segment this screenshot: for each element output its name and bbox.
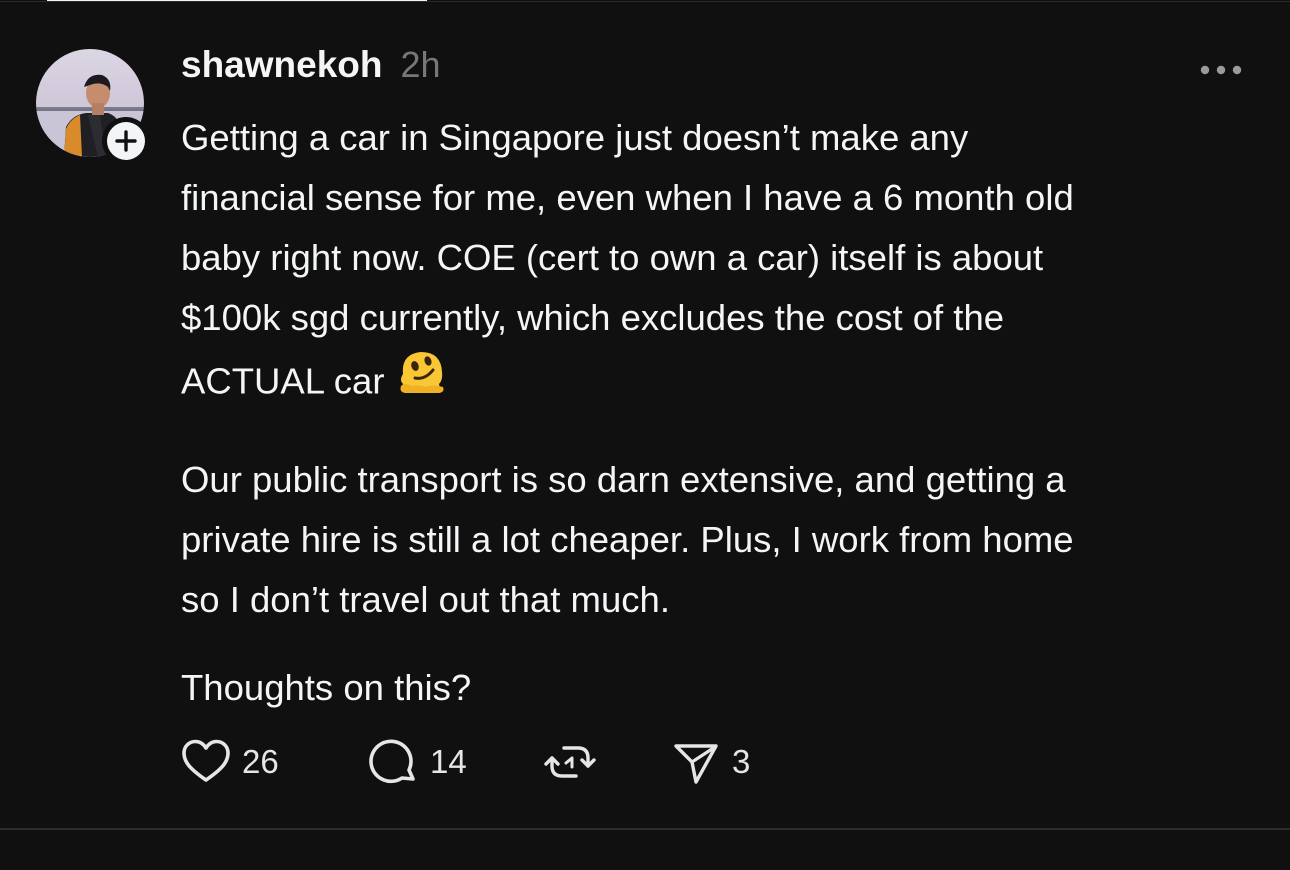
comment-bubble-icon [369,739,415,784]
text-line: private hire is still a lot cheaper. Plu… [181,519,1074,560]
post-paragraph: Our public transport is so darn extensiv… [181,450,1261,630]
text-line: Getting a car in Singapore just doesn’t … [181,117,969,158]
like-count: 26 [242,743,279,780]
more-options-button[interactable] [1195,56,1247,84]
post-body: Getting a car in Singapore just doesn’t … [181,108,1261,718]
melting-face-emoji-icon [395,344,449,416]
heart-icon [182,739,230,782]
text-line: Thoughts on this? [181,667,472,708]
post-paragraph: Thoughts on this? [181,658,1261,718]
share-button[interactable]: 3 [670,736,750,788]
text-line: so I don’t travel out that much. [181,579,670,620]
repost-icon [544,746,596,778]
post-timestamp: 2h [400,44,441,85]
text-line-with-emoji: ACTUAL car [181,348,1261,420]
text-line: Our public transport is so darn extensiv… [181,459,1066,500]
author-username[interactable]: shawnekoh [181,44,383,86]
like-button[interactable]: 26 [180,738,368,786]
share-count: 3 [732,743,751,780]
plus-icon [115,130,137,152]
reply-count: 14 [430,743,467,780]
thread-post: shawnekoh 2h Getting a car in Singapore … [0,0,1290,828]
follow-button[interactable] [102,117,150,165]
text-line: $100k sgd currently, which excludes the … [181,297,1005,338]
repost-button[interactable] [544,736,670,788]
post-paragraph: Getting a car in Singapore just doesn’t … [181,108,1261,420]
reply-button[interactable]: 14 [368,736,544,788]
text-line: financial sense for me, even when I have… [181,177,1074,218]
text-line: ACTUAL car [181,360,385,402]
ellipsis-icon [1200,65,1242,75]
post-divider [0,828,1290,830]
post-actions: 26 14 3 [180,734,750,790]
text-line: baby right now. COE (cert to own a car) … [181,237,1044,278]
send-icon [674,744,718,784]
post-header: shawnekoh 2h [181,44,441,94]
